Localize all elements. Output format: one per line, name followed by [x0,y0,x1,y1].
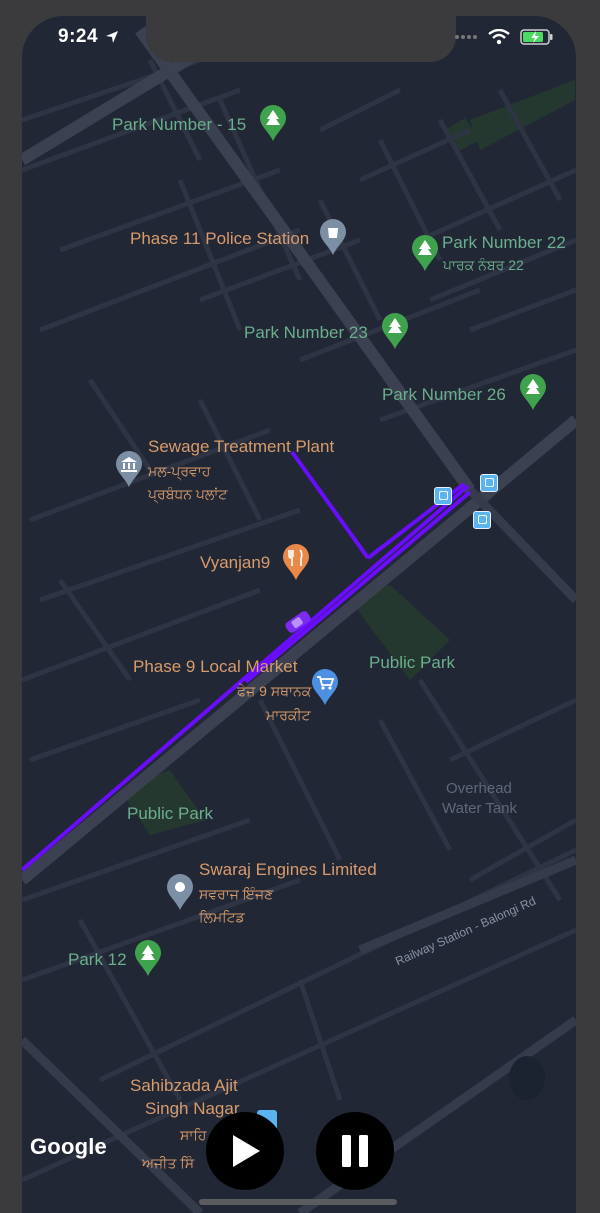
device-notch [146,16,456,62]
place-label: Phase 9 Local Market [133,657,298,676]
location-arrow-icon [106,31,119,43]
wifi-icon [488,29,510,45]
home-indicator[interactable] [199,1199,397,1205]
google-attribution: Google [30,1134,107,1159]
park-pin-icon[interactable] [133,939,163,977]
place-label: Park Number 26 [382,385,506,404]
place-label: Swaraj Engines Limited [199,860,377,879]
place-label: Vyanjan9 [200,553,271,572]
play-button[interactable] [206,1112,284,1190]
place-label: Park 12 [68,950,127,969]
place-label: Water Tank [442,800,518,817]
place-label: Park Number 22 [442,233,566,252]
place-label: Public Park [369,653,455,672]
place-pin-icon[interactable] [165,873,195,911]
map-view[interactable]: Park Number - 15 Phase 11 Police Station… [22,16,576,1213]
restaurant-pin-icon[interactable] [281,543,311,581]
place-label: Park Number 23 [244,323,368,342]
battery-charging-icon [520,29,553,45]
place-local-label: ਅਜੀਤ ਸਿੰ [142,1155,195,1171]
play-icon [233,1135,260,1167]
pause-button[interactable] [316,1112,394,1190]
status-icons [454,22,554,52]
place-label: Public Park [127,804,213,823]
park-pin-icon[interactable] [410,234,440,272]
place-label: Sewage Treatment Plant [148,437,335,456]
civic-building-pin-icon[interactable] [114,450,144,488]
pause-icon [342,1135,368,1167]
park-pin-icon[interactable] [518,373,548,411]
place-label: Phase 11 Police Station [130,229,310,248]
place-label: Overhead [446,780,512,797]
place-label: Park Number - 15 [112,115,247,134]
bus-stop-icon[interactable] [434,487,452,505]
park-pin-icon[interactable] [258,104,288,142]
place-local-label: ਸਵਰਾਜ ਇੰਜਣ [199,886,274,902]
road-label: Railway Station - Balongi Rd [393,893,538,969]
cellular-signal-icon [455,35,477,39]
police-pin-icon[interactable] [318,218,348,256]
shopping-cart-pin-icon[interactable] [310,668,340,706]
place-local-label: ਲਿਮਟਿਡ [199,909,245,925]
place-local-label: ਮਾਰਕੀਟ [266,707,311,723]
park-pin-icon[interactable] [380,312,410,350]
place-local-label: ਸਾਹਿ [180,1127,207,1143]
bus-stop-icon[interactable] [480,474,498,492]
place-local-label: ਪ੍ਰਬੰਧਨ ਪਲਾਂਟ [148,486,228,502]
place-label: Sahibzada Ajit [130,1076,238,1095]
bus-stop-icon[interactable] [473,511,491,529]
status-time: 9:24 [58,22,120,52]
place-local-label: ਮਲ-ਪ੍ਰਵਾਹ [148,463,211,479]
place-local-label: ਫੇਜ਼ 9 ਸਥਾਨਕ [237,683,312,699]
place-local-label: ਪਾਰਕ ਨੰਬਰ 22 [443,257,524,273]
